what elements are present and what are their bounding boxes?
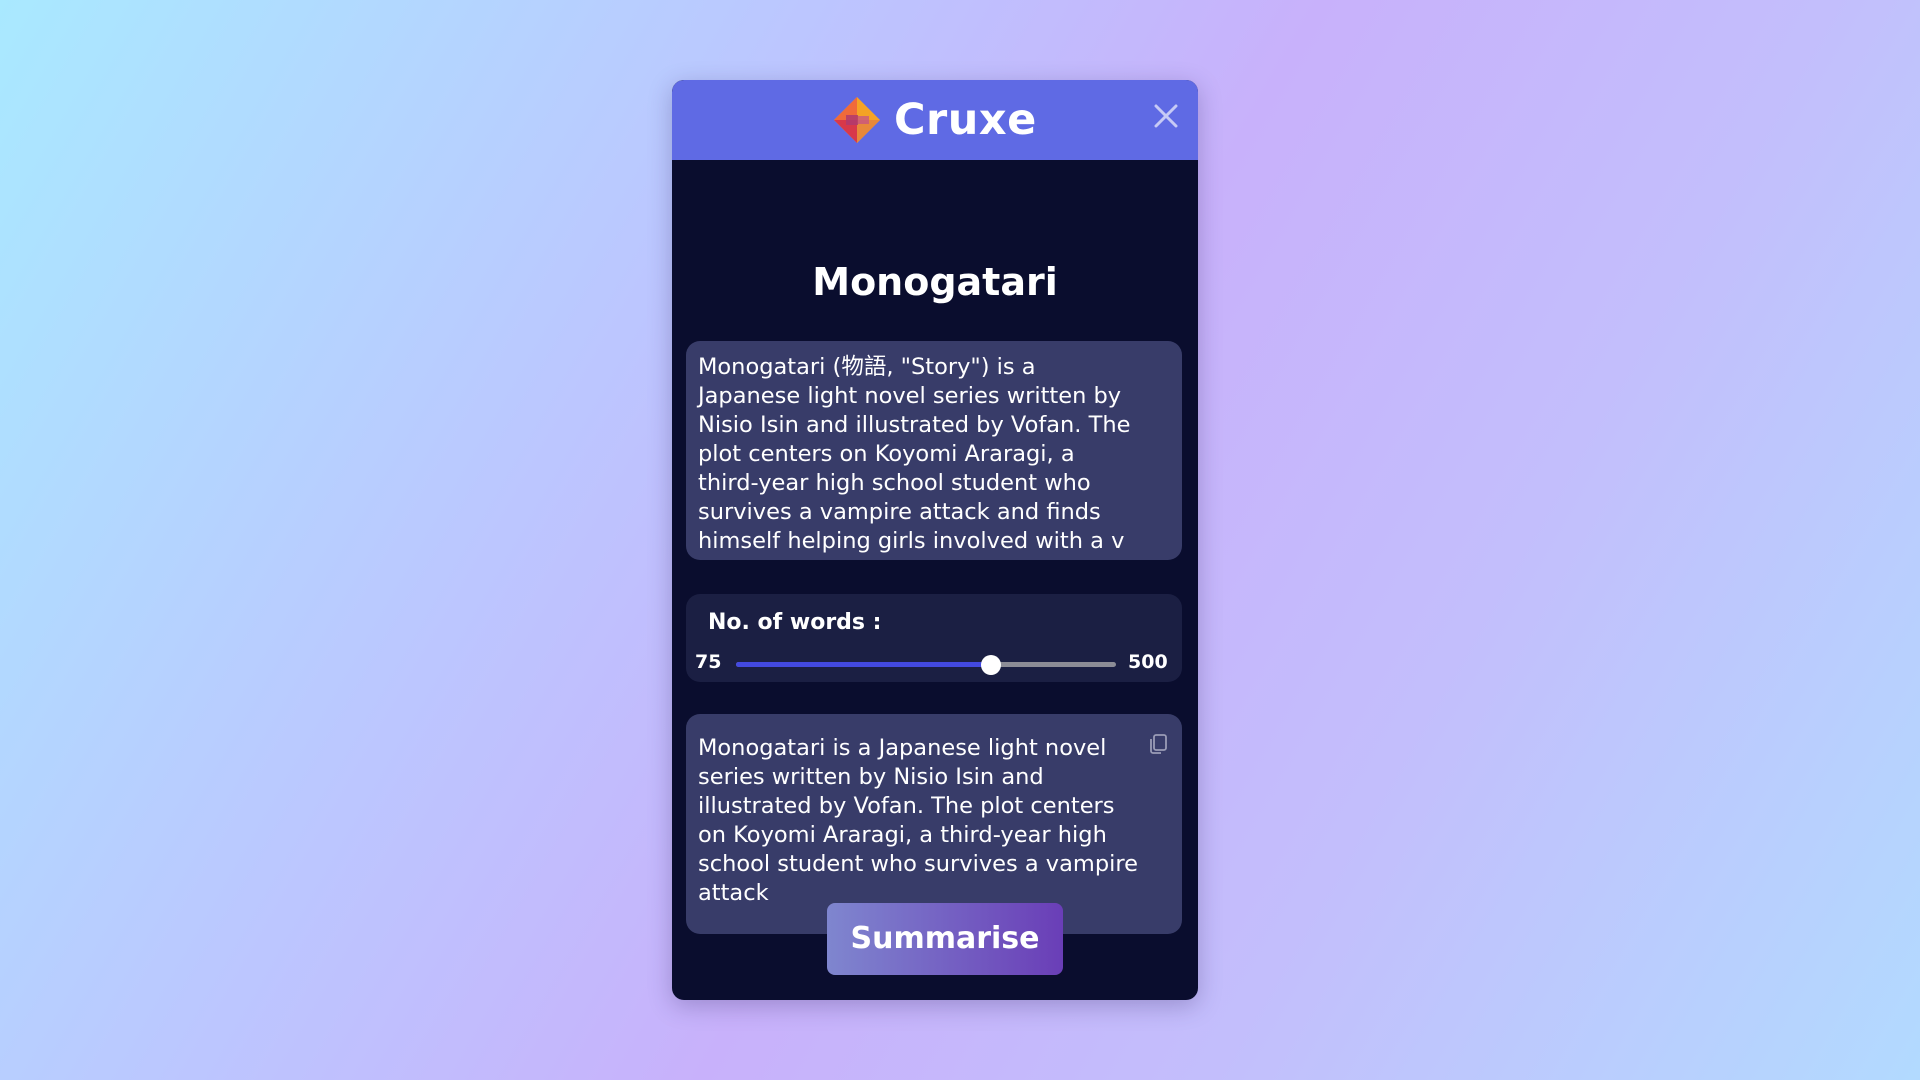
app-title: Cruxe — [894, 95, 1037, 145]
slider-fill — [736, 662, 991, 667]
page-title: Monogatari — [812, 260, 1058, 304]
slider-min-label: 75 — [695, 651, 722, 673]
close-icon — [1154, 104, 1178, 128]
source-text-box[interactable]: Monogatari (物語, "Story") is a Japanese l… — [686, 341, 1182, 560]
cruxe-logo-icon — [834, 97, 880, 143]
word-count-slider[interactable] — [736, 655, 1116, 675]
slider-max-label: 500 — [1128, 651, 1168, 673]
extension-panel: Cruxe Monogatari Monogatari (物語, "Story"… — [672, 80, 1198, 1000]
copy-button[interactable] — [1146, 732, 1170, 756]
close-button[interactable] — [1150, 100, 1182, 132]
summary-box: Monogatari is a Japanese light novel ser… — [686, 714, 1182, 934]
copy-icon — [1150, 734, 1167, 754]
summarise-button[interactable]: Summarise — [827, 903, 1063, 975]
word-count-label: No. of words : — [708, 610, 882, 635]
slider-thumb[interactable] — [980, 655, 1001, 675]
brand: Cruxe — [832, 90, 1037, 150]
header-bar: Cruxe — [672, 80, 1198, 160]
word-count-control: No. of words : 75 500 — [686, 594, 1182, 682]
source-text: Monogatari (物語, "Story") is a Japanese l… — [698, 354, 1131, 554]
summary-text: Monogatari is a Japanese light novel ser… — [698, 735, 1138, 906]
